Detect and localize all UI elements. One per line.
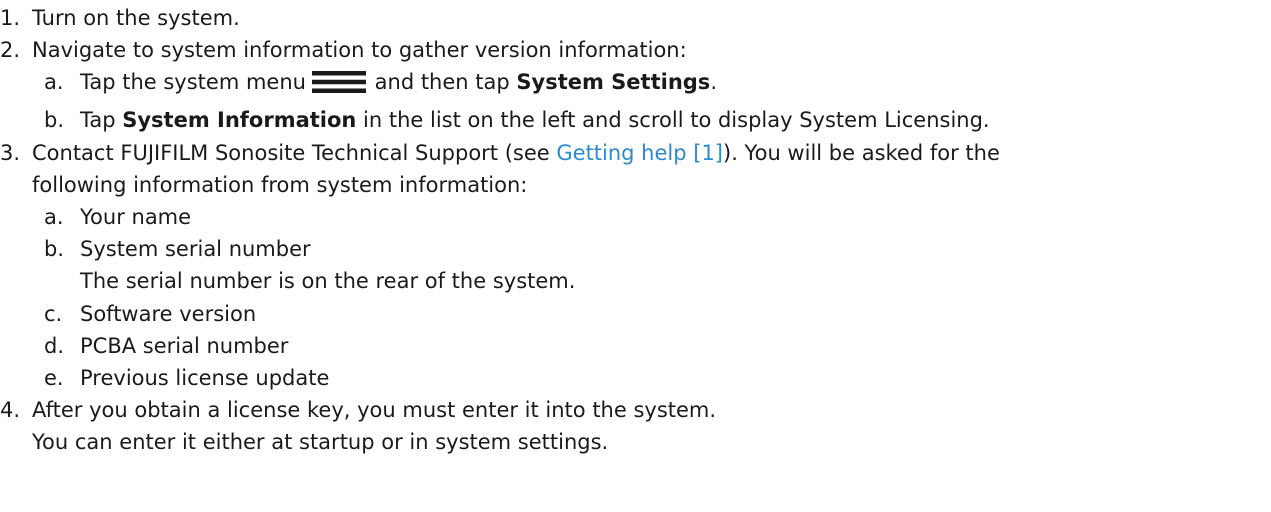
substep-text: Tap System Information in the list on th…: [80, 108, 990, 133]
step-number: 3.: [0, 140, 21, 165]
step-text: You can enter it either at startup or in…: [32, 430, 609, 455]
substep-letter: a.: [44, 70, 64, 95]
substep-letter: b.: [44, 108, 65, 133]
substep-note: The serial number is on the rear of the …: [80, 269, 576, 294]
substep-letter: e.: [44, 365, 64, 390]
step-2b: b. Tap System Information in the list on…: [0, 105, 1271, 137]
step-3b-note: The serial number is on the rear of the …: [0, 266, 1271, 298]
bold-term: System Settings: [516, 70, 711, 95]
step-number: 1.: [0, 6, 21, 30]
substep-letter: b.: [44, 237, 65, 262]
substep-letter: d.: [44, 333, 65, 358]
step-text: following information from system inform…: [32, 172, 528, 197]
step-1: 1. Turn on the system.: [0, 3, 1271, 35]
hamburger-menu-icon: [311, 71, 366, 94]
step-number: 4.: [0, 398, 21, 423]
step-4-continuation: You can enter it either at startup or in…: [0, 427, 1271, 459]
step-3-continuation: following information from system inform…: [0, 170, 1271, 202]
step-3c: c. Software version: [0, 299, 1271, 331]
substep-text: Your name: [80, 204, 192, 229]
step-4: 4. After you obtain a license key, you m…: [0, 395, 1271, 427]
step-text: After you obtain a license key, you must…: [32, 398, 717, 423]
step-3a: a. Your name: [0, 202, 1271, 234]
step-text: Navigate to system information to gather…: [32, 38, 687, 63]
instructions-document: 1. Turn on the system. 2. Navigate to sy…: [0, 0, 1271, 459]
bold-term: System Information: [122, 108, 357, 133]
step-3d: d. PCBA serial number: [0, 331, 1271, 363]
step-3e: e. Previous license update: [0, 363, 1271, 395]
substep-text: Previous license update: [80, 365, 330, 390]
getting-help-link[interactable]: Getting help [1]: [556, 141, 723, 165]
step-2a: a. Tap the system menu and then tap Syst…: [0, 67, 1271, 105]
step-3b: b. System serial number: [0, 234, 1271, 266]
step-2: 2. Navigate to system information to gat…: [0, 35, 1271, 67]
substep-text: Software version: [80, 301, 257, 326]
substep-text: Tap the system menu and then tap System …: [80, 70, 717, 95]
step-3: 3. Contact FUJIFILM Sonosite Technical S…: [0, 138, 1271, 170]
substep-text: System serial number: [80, 237, 311, 262]
step-number: 2.: [0, 38, 21, 63]
substep-letter: c.: [44, 301, 63, 326]
substep-text: PCBA serial number: [80, 333, 289, 358]
step-text: Contact FUJIFILM Sonosite Technical Supp…: [32, 140, 1000, 165]
step-text: Turn on the system.: [32, 6, 240, 30]
substep-letter: a.: [44, 204, 64, 229]
